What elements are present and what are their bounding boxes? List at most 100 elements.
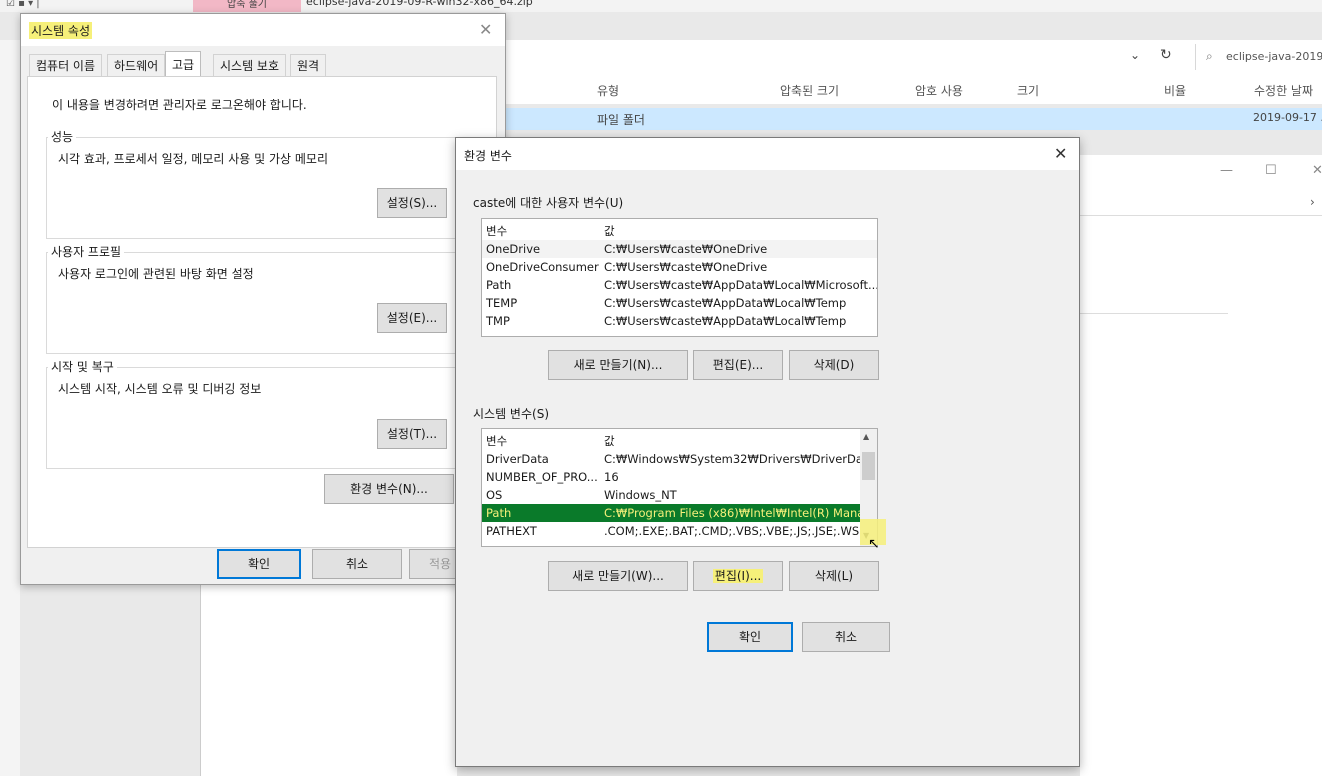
system-edit-button[interactable]: 편집(I)... [693, 561, 783, 591]
search-icon: ⌕ [1206, 49, 1213, 63]
column-password[interactable]: 암호 사용 [915, 82, 963, 99]
performance-settings-button[interactable]: 설정(S)... [377, 188, 447, 218]
startup-settings-button[interactable]: 설정(T)... [377, 419, 447, 449]
table-row[interactable]: NUMBER_OF_PRO... 16 [482, 468, 877, 486]
table-row[interactable]: OneDriveConsumer C:₩Users₩caste₩OneDrive [482, 258, 877, 276]
var-value: C:₩Users₩caste₩AppData₩Local₩Microsoft..… [604, 278, 878, 292]
close-icon[interactable]: ✕ [1054, 144, 1067, 163]
var-name: OneDrive [486, 242, 541, 256]
list-header: 변수 값 [482, 221, 877, 239]
dialog-title: 환경 변수 [464, 149, 512, 163]
var-name: PATHEXT [486, 524, 537, 538]
close-icon[interactable]: ✕ [479, 20, 492, 39]
performance-label: 성능 [48, 128, 77, 145]
maximize-icon[interactable]: ☐ [1265, 163, 1277, 178]
ok-button[interactable]: 확인 [217, 549, 301, 579]
var-value: C:₩Users₩caste₩AppData₩Local₩Temp [604, 314, 847, 328]
divider [1080, 313, 1228, 314]
profile-desc: 사용자 로그인에 관련된 바탕 화면 설정 [58, 267, 254, 281]
startup-desc: 시스템 시작, 시스템 오류 및 디버깅 정보 [58, 382, 262, 396]
file-row[interactable]: 파일 폴더 2019-09-17 ... [500, 108, 1322, 130]
scrollbar-thumb[interactable] [862, 452, 875, 480]
file-type: 파일 폴더 [597, 113, 645, 127]
var-name: OS [486, 488, 503, 502]
chevron-right-icon[interactable]: › [1310, 195, 1315, 209]
search-box[interactable]: ⌕ eclipse-java-2019 [1195, 44, 1322, 70]
cancel-button[interactable]: 취소 [312, 549, 402, 579]
mouse-cursor-icon: ↖ [868, 536, 880, 552]
list-header: 변수 값 [482, 431, 877, 449]
var-name: NUMBER_OF_PRO... [486, 470, 598, 484]
performance-desc: 시각 효과, 프로세서 일정, 메모리 사용 및 가상 메모리 [58, 152, 328, 166]
table-row-selected[interactable]: Path C:₩Program Files (x86)₩Intel₩Intel(… [482, 504, 877, 522]
user-variables-label: caste에 대한 사용자 변수(U) [473, 196, 624, 210]
var-name: TMP [486, 314, 510, 328]
explorer-address-bar: ⌄ ↻ ⌕ eclipse-java-2019 [500, 40, 1322, 77]
startup-label: 시작 및 복구 [48, 358, 117, 375]
table-row[interactable]: OS Windows_NT [482, 486, 877, 504]
search-input[interactable]: eclipse-java-2019 [1226, 50, 1322, 63]
var-name: Path [486, 278, 512, 292]
column-type[interactable]: 유형 [597, 82, 619, 99]
chevron-down-icon[interactable]: ⌄ [1130, 48, 1140, 62]
system-new-button[interactable]: 새로 만들기(W)... [548, 561, 688, 591]
divider [1080, 215, 1322, 216]
column-compressed-size[interactable]: 압축된 크기 [780, 82, 839, 99]
explorer-nav-pane [0, 40, 20, 776]
system-properties-dialog: 시스템 속성 ✕ 컴퓨터 이름 하드웨어 고급 시스템 보호 원격 이 내용을 … [20, 13, 506, 585]
table-row[interactable]: PATHEXT .COM;.EXE;.BAT;.CMD;.VBS;.VBE;.J… [482, 522, 877, 540]
environment-variables-button[interactable]: 환경 변수(N)... [324, 474, 454, 504]
user-variables-list[interactable]: 변수 값 OneDrive C:₩Users₩caste₩OneDrive On… [481, 218, 878, 337]
table-row[interactable]: Path C:₩Users₩caste₩AppData₩Local₩Micros… [482, 276, 877, 294]
col-value: 값 [604, 434, 615, 448]
quick-access-icons[interactable]: ☑ ▪ ▾ | [6, 0, 40, 9]
table-row[interactable]: DriverData C:₩Windows₩System32₩Drivers₩D… [482, 450, 877, 468]
var-name: OneDriveConsumer [486, 260, 599, 274]
refresh-icon[interactable]: ↻ [1160, 47, 1172, 63]
file-list-header: 유형 압축된 크기 암호 사용 크기 비율 수정한 날짜 [500, 76, 1322, 104]
user-new-button[interactable]: 새로 만들기(N)... [548, 350, 688, 380]
system-edit-label: 편집(I)... [712, 569, 764, 583]
var-value: C:₩Windows₩System32₩Drivers₩DriverData [604, 452, 875, 466]
var-value: C:₩Program Files (x86)₩Intel₩Intel(R) Ma… [604, 506, 878, 520]
tab-remote[interactable]: 원격 [290, 54, 327, 77]
col-value: 값 [604, 224, 615, 238]
tab-hardware[interactable]: 하드웨어 [107, 54, 166, 77]
file-modified: 2019-09-17 ... [1253, 111, 1322, 124]
col-variable: 변수 [486, 224, 508, 238]
user-edit-button[interactable]: 편집(E)... [693, 350, 783, 380]
column-ratio[interactable]: 비율 [1164, 82, 1186, 99]
system-delete-button[interactable]: 삭제(L) [789, 561, 879, 591]
col-variable: 변수 [486, 434, 508, 448]
minimize-icon[interactable]: — [1220, 163, 1233, 178]
table-row[interactable]: TMP C:₩Users₩caste₩AppData₩Local₩Temp [482, 312, 877, 330]
background-window: — ☐ ✕ › [1080, 155, 1322, 776]
close-icon[interactable]: ✕ [1312, 163, 1322, 178]
column-modified[interactable]: 수정한 날짜 [1254, 82, 1313, 99]
advanced-tab-panel: 이 내용을 변경하려면 관리자로 로그온해야 합니다. 성능 시각 효과, 프로… [27, 76, 497, 548]
cancel-button[interactable]: 취소 [802, 622, 890, 652]
var-name: DriverData [486, 452, 549, 466]
table-row[interactable]: TEMP C:₩Users₩caste₩AppData₩Local₩Temp [482, 294, 877, 312]
tab-system-protection[interactable]: 시스템 보호 [213, 54, 287, 77]
scroll-up-icon[interactable]: ▲ [863, 432, 869, 441]
extract-button[interactable]: 압축 풀기 [193, 0, 301, 12]
ok-button[interactable]: 확인 [707, 622, 793, 652]
var-value: C:₩Users₩caste₩AppData₩Local₩Temp [604, 296, 847, 310]
title-bar[interactable]: 환경 변수 ✕ [456, 138, 1079, 170]
column-size[interactable]: 크기 [1017, 82, 1039, 99]
system-variables-list[interactable]: 변수 값 DriverData C:₩Windows₩System32₩Driv… [481, 428, 878, 547]
tab-computer-name[interactable]: 컴퓨터 이름 [29, 54, 103, 77]
title-bar[interactable]: 시스템 속성 ✕ [21, 14, 505, 46]
var-value: C:₩Users₩caste₩OneDrive [604, 242, 768, 256]
var-name: Path [486, 506, 512, 520]
profile-settings-button[interactable]: 설정(E)... [377, 303, 447, 333]
environment-variables-dialog: 환경 변수 ✕ caste에 대한 사용자 변수(U) 변수 값 OneDriv… [455, 137, 1080, 767]
tab-advanced[interactable]: 고급 [165, 51, 202, 78]
system-variables-label: 시스템 변수(S) [473, 407, 549, 421]
profile-label: 사용자 프로필 [48, 243, 125, 260]
table-row[interactable]: OneDrive C:₩Users₩caste₩OneDrive [482, 240, 877, 258]
window-filename: eclipse-java-2019-09-R-win32-x86_64.zip [306, 0, 533, 8]
user-delete-button[interactable]: 삭제(D) [789, 350, 879, 380]
explorer-ribbon: ☑ ▪ ▾ | 압축 풀기 eclipse-java-2019-09-R-win… [0, 0, 1322, 12]
